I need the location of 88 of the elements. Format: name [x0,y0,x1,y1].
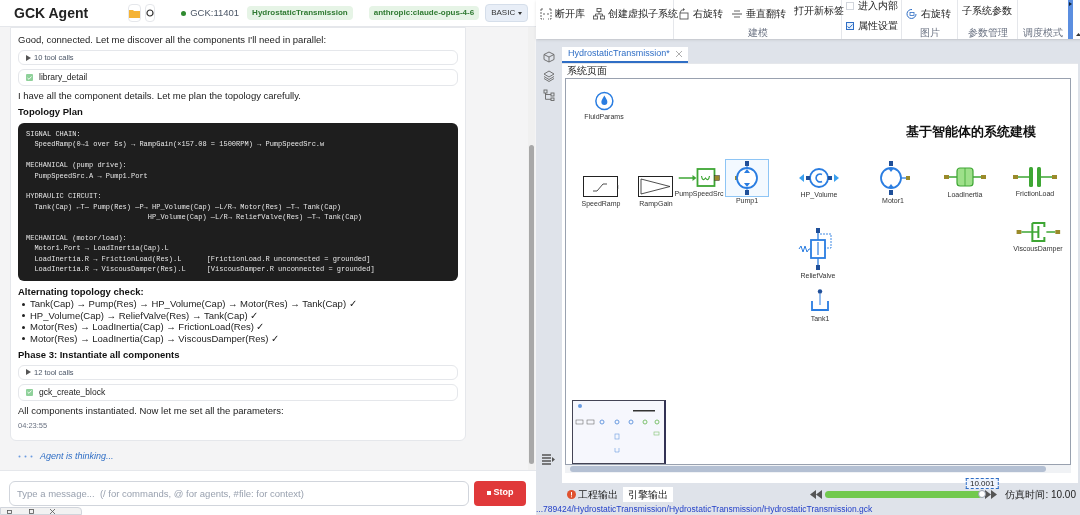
slider-value: 10.001 [965,478,999,489]
checkbox-option[interactable]: 属性设置 [846,20,898,32]
settings-icon [146,9,155,17]
document-tab[interactable]: HydrostaticTransmission* [562,47,688,63]
bullet-icon [22,314,25,318]
diagram-block[interactable] [581,174,621,200]
ribbon-button[interactable]: 右旋转 [906,6,951,21]
folder-icon [129,8,141,18]
ramp-block-icon [583,176,619,198]
tool-name: library_detail [39,71,88,84]
cube-icon[interactable] [543,51,555,63]
file-path[interactable]: ...789424/HydrostaticTransmission/HydrostaticTransmission/HydrostaticTransmission.gck [536,502,873,515]
ribbon-button[interactable]: 打开新标签 [794,3,844,18]
ribbon-button[interactable]: 子系统参数 [962,3,1012,18]
status-text: Agent is thinking... [40,450,114,463]
section-heading: Alternating topology check: [18,285,145,298]
typing-dots-icon [18,455,34,459]
ribbon-group-label: 调度模式 [1023,27,1063,38]
expand-icon [1069,2,1072,6]
ribbon-button[interactable]: 垂直翻转 [731,6,786,21]
diagram-block[interactable] [636,174,676,200]
mode-dropdown[interactable]: BASIC [485,4,529,22]
ribbon-group-label: 图片 [919,27,940,38]
message-text: All components instantiated. Now let me set all the parameters: [18,404,285,417]
rewind-icon[interactable] [810,490,823,499]
close-icon[interactable] [50,508,55,514]
list-item: Tank(Cap) → Pump(Res) → HP_Volume(Cap) → Motor(Res) → Tank(Cap) ✓ [30,297,357,312]
diagram-block[interactable] [797,165,841,191]
warning-icon [567,490,576,499]
tool-name: gck_create_block [39,385,106,399]
friction-symbol-icon [1013,166,1057,188]
close-icon[interactable] [675,51,682,57]
caret-icon [518,11,523,15]
tool-result-row[interactable]: gck_create_block [18,383,458,401]
restore-icon[interactable] [7,508,13,514]
connection-label: GCK:11401 [190,5,240,20]
scrollbar[interactable] [528,27,535,470]
ribbon-button[interactable]: 创建虚拟子系统 [593,6,678,21]
simulation-time: 仿真时间: 10.00 [1005,488,1076,502]
expand-icon [26,54,31,61]
bullet-icon [22,302,25,306]
section-heading: Phase 3: Instantiate all components [18,348,181,361]
page-label: 系统页面 [567,65,607,77]
flip-icon [731,8,743,19]
volume-symbol-icon [799,167,839,189]
horizontal-scrollbar[interactable] [565,465,1071,473]
checkbox[interactable] [846,22,854,30]
expand-icon [26,369,31,376]
hierarchy-icon[interactable] [543,89,555,101]
list-item: HP_Volume(Cap) → ReliefValve(Res) → Tank(Cap) ✓ [30,309,259,323]
list-item: Motor(Res) → LoadInertia(Cap) → FrictionLoad(Res) ✓ [30,321,265,335]
stop-icon [486,491,491,495]
gain-block-icon [638,176,674,198]
damper-symbol-icon [1016,221,1060,243]
project-badge: HydrostaticTransmission [247,6,353,20]
ribbon-group-label: 建模 [747,27,768,38]
list-item: Motor(Res) → LoadInertia(Cap) → ViscousDamper(Res) ✓ [30,332,280,346]
checkbox-option[interactable]: 进入内部 [846,0,898,12]
ribbon-button[interactable]: 断开库 [540,6,585,21]
diagram-title: 基于智能体的系统建模 [906,123,1036,141]
scrollbar-thumb[interactable] [529,145,534,464]
output-tab[interactable]: 工程输出 [562,487,623,502]
collapse-panel-icon[interactable] [542,454,556,465]
settings-button[interactable] [145,4,156,22]
bullet-icon [22,337,25,341]
scrollbar-thumb[interactable] [570,466,1046,472]
ribbon-group-label: 参数管理 [967,27,1008,38]
message-text: I have all the component details. Let me plan the topology carefully. [18,90,302,102]
tank-symbol-icon [810,289,830,313]
speed-source-icon [678,168,720,188]
layers-icon[interactable] [543,70,555,82]
tool-result-row[interactable]: library_detail [18,69,458,86]
bullet-icon [22,325,25,329]
model-badge: anthropic:claude-opus-4-6 [368,6,480,20]
stop-button[interactable]: Stop [474,480,526,506]
inertia-symbol-icon [944,165,986,189]
output-tab[interactable]: 引擎输出 [623,487,673,502]
hierarchy-icon [593,7,605,20]
message-input[interactable]: Type a message... (/ for commands, @ for agents, #file: for context) [9,480,469,506]
droplet-icon [594,91,614,111]
ribbon-scroll-bar[interactable] [1068,0,1073,39]
collapse-ribbon-icon[interactable] [1075,33,1080,36]
message-text: Good, connected. Let me discover all the components I'll need in parallel: [18,34,328,46]
maximize-icon[interactable] [29,508,34,514]
diagram-block[interactable] [725,159,769,197]
section-heading: Topology Plan [18,106,84,118]
app-title: GCK Agent [14,3,89,23]
ribbon-button[interactable]: 右旋转 [678,6,723,21]
